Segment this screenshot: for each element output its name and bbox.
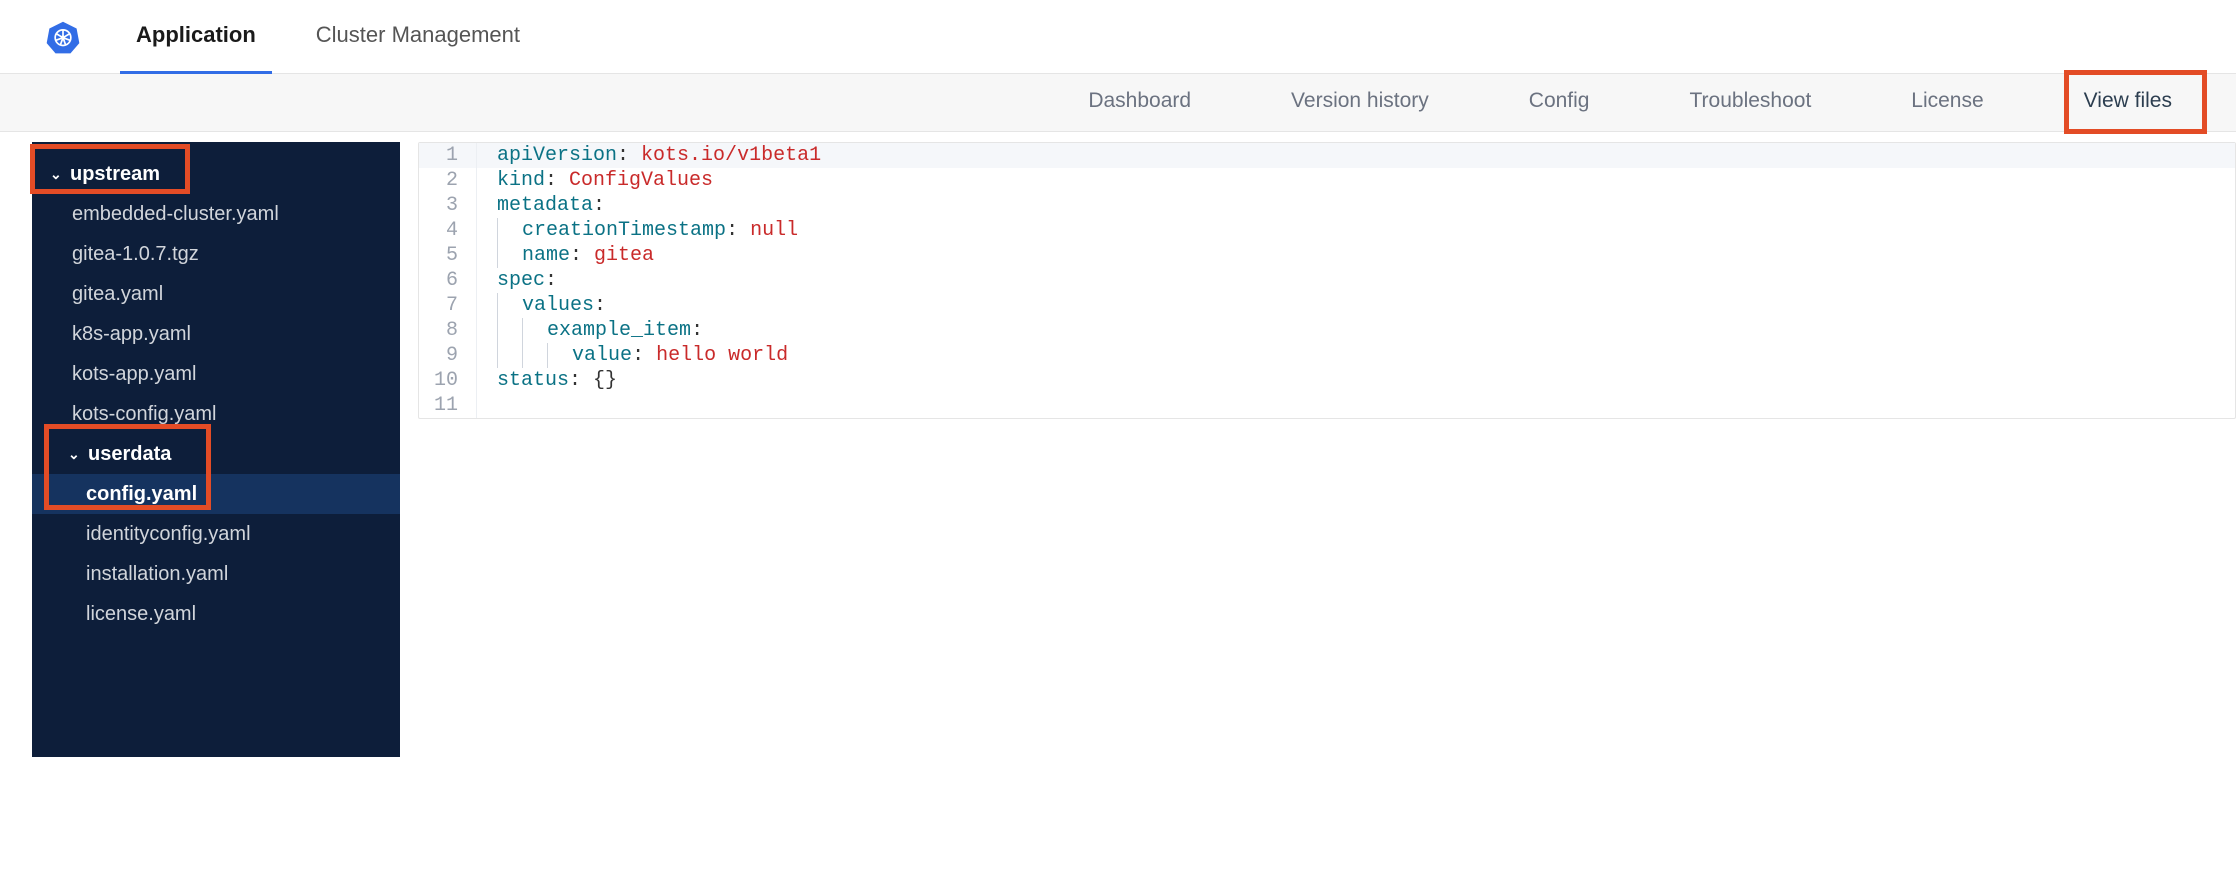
line-number: 4 (419, 218, 477, 243)
code-line: 11 (419, 393, 2235, 418)
tab-view-files[interactable]: View files (2080, 74, 2176, 132)
folder-label: userdata (88, 443, 171, 466)
chevron-down-icon: ⌄ (50, 166, 64, 183)
top-navigation: Application Cluster Management (0, 0, 2236, 74)
yaml-key: kind (497, 169, 545, 192)
tab-license[interactable]: License (1907, 74, 1987, 132)
yaml-key: name (522, 244, 570, 267)
code-line: 10 status: {} (419, 368, 2235, 393)
code-line: 2 kind: ConfigValues (419, 168, 2235, 193)
file-gitea-tgz[interactable]: gitea-1.0.7.tgz (32, 234, 400, 274)
file-gitea-yaml[interactable]: gitea.yaml (32, 274, 400, 314)
line-number: 7 (419, 293, 477, 318)
nav-cluster-management[interactable]: Cluster Management (300, 0, 536, 74)
file-tree-sidebar: ⌄ upstream embedded-cluster.yaml gitea-1… (32, 142, 400, 757)
code-line: 1 apiVersion: kots.io/v1beta1 (419, 143, 2235, 168)
file-installation[interactable]: installation.yaml (32, 554, 400, 594)
folder-label: upstream (70, 163, 160, 186)
code-line: 3 metadata: (419, 193, 2235, 218)
yaml-value: hello world (656, 344, 788, 367)
folder-userdata[interactable]: ⌄ userdata (32, 434, 400, 474)
line-number: 11 (419, 393, 477, 418)
file-kots-config[interactable]: kots-config.yaml (32, 394, 400, 434)
yaml-value: gitea (594, 244, 654, 267)
main-content: ⌄ upstream embedded-cluster.yaml gitea-1… (0, 132, 2236, 757)
line-number: 2 (419, 168, 477, 193)
file-config-yaml[interactable]: config.yaml (32, 474, 400, 514)
line-number: 10 (419, 368, 477, 393)
yaml-value: null (750, 219, 798, 242)
code-line: 4 creationTimestamp: null (419, 218, 2235, 243)
file-embedded-cluster[interactable]: embedded-cluster.yaml (32, 194, 400, 234)
yaml-key: example_item (547, 319, 691, 342)
sub-navigation: Dashboard Version history Config Trouble… (0, 74, 2236, 132)
file-k8s-app[interactable]: k8s-app.yaml (32, 314, 400, 354)
line-number: 9 (419, 343, 477, 368)
nav-application[interactable]: Application (120, 0, 272, 74)
yaml-key: values (522, 294, 594, 317)
yaml-key: status (497, 369, 569, 392)
yaml-value: {} (593, 369, 617, 392)
file-license[interactable]: license.yaml (32, 594, 400, 634)
line-number: 8 (419, 318, 477, 343)
code-editor: 1 apiVersion: kots.io/v1beta1 2 kind: Co… (418, 142, 2236, 757)
tab-config[interactable]: Config (1525, 74, 1594, 132)
chevron-down-icon: ⌄ (68, 446, 82, 463)
folder-upstream[interactable]: ⌄ upstream (32, 154, 400, 194)
line-number: 3 (419, 193, 477, 218)
file-identityconfig[interactable]: identityconfig.yaml (32, 514, 400, 554)
yaml-key: apiVersion (497, 144, 617, 167)
kubernetes-logo-icon (46, 20, 80, 54)
tab-troubleshoot[interactable]: Troubleshoot (1685, 74, 1815, 132)
yaml-key: metadata (497, 194, 593, 217)
yaml-value: kots.io/v1beta1 (641, 144, 821, 167)
tab-version-history[interactable]: Version history (1287, 74, 1433, 132)
file-kots-app[interactable]: kots-app.yaml (32, 354, 400, 394)
tab-dashboard[interactable]: Dashboard (1084, 74, 1195, 132)
line-number: 5 (419, 243, 477, 268)
code-line: 5 name: gitea (419, 243, 2235, 268)
yaml-value: ConfigValues (569, 169, 713, 192)
code-line: 9 value: hello world (419, 343, 2235, 368)
code-line: 7 values: (419, 293, 2235, 318)
line-number: 6 (419, 268, 477, 293)
yaml-key: creationTimestamp (522, 219, 726, 242)
code-line: 6 spec: (419, 268, 2235, 293)
code-line: 8 example_item: (419, 318, 2235, 343)
yaml-key: value (572, 344, 632, 367)
yaml-key: spec (497, 269, 545, 292)
line-number: 1 (419, 143, 477, 168)
